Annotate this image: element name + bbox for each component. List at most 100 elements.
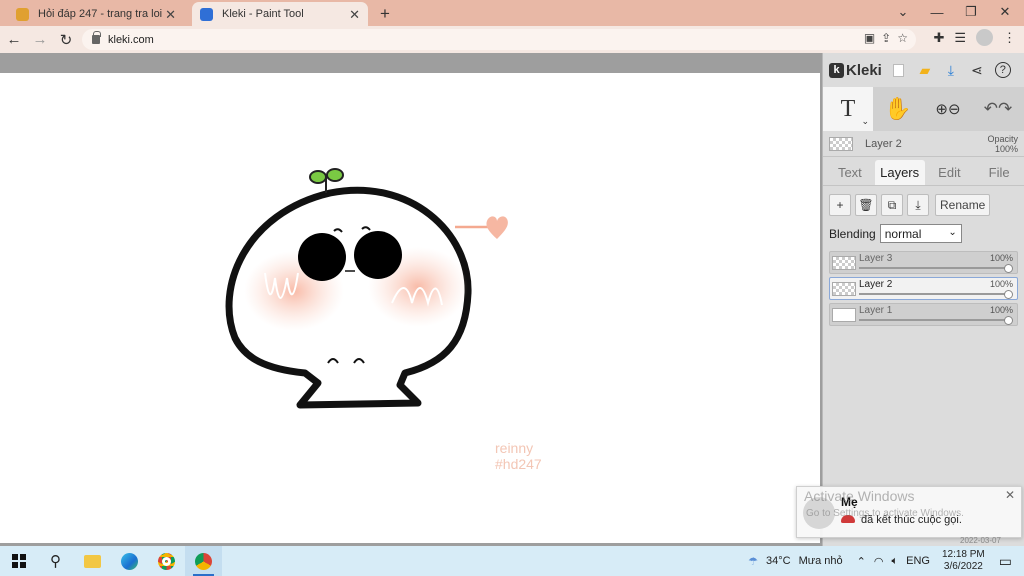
duplicate-layer-button[interactable]: ⧉ (881, 194, 903, 216)
delete-layer-button[interactable]: 🗑 (855, 194, 877, 216)
layer-name: Layer 1 (859, 305, 893, 316)
layer-thumbnail (832, 282, 856, 296)
language-indicator[interactable]: ENG (906, 555, 930, 567)
wifi-icon[interactable]: ◠ (874, 555, 884, 568)
temperature[interactable]: 34°C (766, 555, 791, 567)
blending-row: Blending normal ⌄ (823, 216, 1024, 243)
layer-item-1[interactable]: Layer 1 100% (829, 303, 1018, 326)
windows-logo-icon (11, 554, 26, 568)
close-icon[interactable]: ✕ (165, 7, 176, 23)
activate-windows-subtitle: Go to Settings to activate Windows. (806, 508, 964, 519)
kleki-logo-icon: k (829, 62, 844, 78)
search-icon[interactable]: ⚲ (37, 546, 74, 576)
volume-icon[interactable]: 🔈︎ (892, 555, 899, 568)
chrome-icon[interactable] (148, 546, 185, 576)
help-icon[interactable]: ? (994, 61, 1012, 79)
canvas-viewport[interactable]: reinny #hd247 (0, 53, 822, 546)
forward-arrow-icon[interactable]: → (28, 29, 52, 51)
layer-thumbnail (832, 308, 856, 322)
open-folder-icon[interactable]: ▰ (916, 61, 934, 79)
signature-line-2: #hd247 (495, 456, 542, 472)
new-image-icon[interactable] (890, 61, 908, 79)
rename-layer-button[interactable]: Rename (935, 194, 991, 216)
tab-edit[interactable]: Edit (925, 160, 975, 185)
chrome-profile-icon[interactable] (185, 546, 222, 576)
start-button[interactable] (0, 546, 37, 576)
merge-layer-button[interactable]: ⤓ (907, 194, 929, 216)
tab-text[interactable]: Text (825, 160, 875, 185)
extensions-puzzle-icon[interactable]: ✚ (933, 30, 944, 46)
blending-select[interactable]: normal ⌄ (879, 224, 962, 243)
share-icon[interactable]: ⋖ (968, 61, 986, 79)
bookmark-star-icon[interactable]: ☆ (897, 31, 908, 45)
signature-line-1: reinny (495, 440, 534, 456)
chevron-down-icon[interactable]: ⌄ (861, 116, 869, 127)
translate-icon[interactable]: ▣ (864, 31, 875, 45)
menu-kebab-icon[interactable]: ⋮ (1003, 30, 1016, 46)
layer-name: Layer 2 (859, 279, 893, 290)
close-icon[interactable]: ✕ (349, 7, 360, 23)
back-arrow-icon[interactable]: ← (2, 29, 26, 51)
tab-title: Hỏi đáp 247 - trang tra loi (38, 8, 163, 20)
restore-button[interactable]: ❐ (954, 2, 988, 22)
profile-avatar-icon[interactable] (976, 29, 993, 46)
address-bar[interactable]: kleki.com ▣ ⇪ ☆ (82, 29, 916, 50)
file-explorer-icon[interactable] (74, 546, 111, 576)
layer-item-2[interactable]: Layer 2 100% (829, 277, 1018, 300)
opacity-slider-handle[interactable] (1004, 316, 1013, 325)
kleki-logo-text: Kleki (846, 61, 882, 79)
tab-file[interactable]: File (974, 160, 1024, 185)
drawing-canvas[interactable]: reinny #hd247 (0, 73, 820, 543)
layer-thumbnail (832, 256, 856, 270)
browser-toolbar: ← → ↻ kleki.com ▣ ⇪ ☆ ✚ ☰ ⋮ (0, 26, 1024, 53)
zoom-tool-button[interactable]: ⊕⊖ (923, 87, 973, 131)
opacity-slider-handle[interactable] (1004, 290, 1013, 299)
share-page-icon[interactable]: ⇪ (881, 31, 891, 45)
opacity-slider[interactable] (859, 267, 1009, 269)
tab-search-icon[interactable]: ⌄ (886, 2, 920, 22)
close-icon[interactable]: ✕ (1005, 488, 1015, 502)
clock-date: 3/6/2022 (943, 561, 983, 572)
layer-thumbnail (829, 136, 853, 151)
notification-center-icon[interactable]: ▭ (999, 553, 1012, 570)
current-layer-name: Layer 2 (865, 137, 902, 150)
undo-redo-icon: ↶↷ (983, 99, 1013, 118)
layer-item-3[interactable]: Layer 3 100% (829, 251, 1018, 274)
new-tab-button[interactable]: + (374, 2, 396, 26)
layer-opacity: 100% (989, 253, 1013, 263)
hoidap-favicon-icon (16, 8, 29, 21)
url-text: kleki.com (108, 33, 154, 46)
reading-list-icon[interactable]: ☰ (954, 30, 966, 46)
kleki-side-panel: k Kleki ▰ ⤓ ⋖ ? T ⌄ ✋ ⊕⊖ ↶↷ Layer 2 Opac… (822, 53, 1024, 546)
text-tool-button[interactable]: T ⌄ (823, 87, 873, 131)
opacity-slider-handle[interactable] (1004, 264, 1013, 273)
opacity-value: 100% (994, 143, 1018, 154)
layer-actions: + 🗑 ⧉ ⤓ Rename (823, 186, 1024, 216)
current-layer-opacity: Opacity 100% (987, 134, 1018, 154)
panel-tabs: Text Layers Edit File (823, 160, 1024, 186)
close-window-button[interactable]: ✕ (988, 2, 1022, 22)
add-layer-button[interactable]: + (829, 194, 851, 216)
opacity-slider[interactable] (859, 319, 1009, 321)
edge-browser-icon[interactable] (111, 546, 148, 576)
undo-redo-button[interactable]: ↶↷ (973, 87, 1023, 131)
weather-icon[interactable]: ☂ (748, 555, 758, 568)
lock-icon[interactable] (92, 31, 101, 44)
hand-tool-button[interactable]: ✋ (873, 87, 923, 131)
layer-opacity: 100% (989, 279, 1013, 289)
weather-text[interactable]: Mưa nhỏ (799, 555, 843, 567)
download-icon[interactable]: ⤓ (942, 61, 960, 79)
tab-hoidap247[interactable]: Hỏi đáp 247 - trang tra loi ✕ (8, 2, 184, 26)
hand-icon: ✋ (884, 96, 912, 121)
kleki-logo[interactable]: k Kleki (829, 62, 882, 79)
blending-value: normal (884, 226, 922, 241)
tab-layers[interactable]: Layers (874, 160, 925, 185)
opacity-slider[interactable] (859, 293, 1009, 295)
tab-kleki[interactable]: Kleki - Paint Tool ✕ (192, 2, 368, 26)
reload-icon[interactable]: ↻ (54, 29, 78, 51)
ghost-date: 2022-03-07 (960, 536, 1001, 545)
clock[interactable]: 12:18 PM 3/6/2022 (942, 549, 985, 573)
chevron-up-icon[interactable]: ⌃ (857, 555, 866, 568)
minimize-button[interactable]: — (920, 2, 954, 22)
layer-list: Layer 3 100% Layer 2 100% Layer 1 100% (823, 243, 1024, 326)
